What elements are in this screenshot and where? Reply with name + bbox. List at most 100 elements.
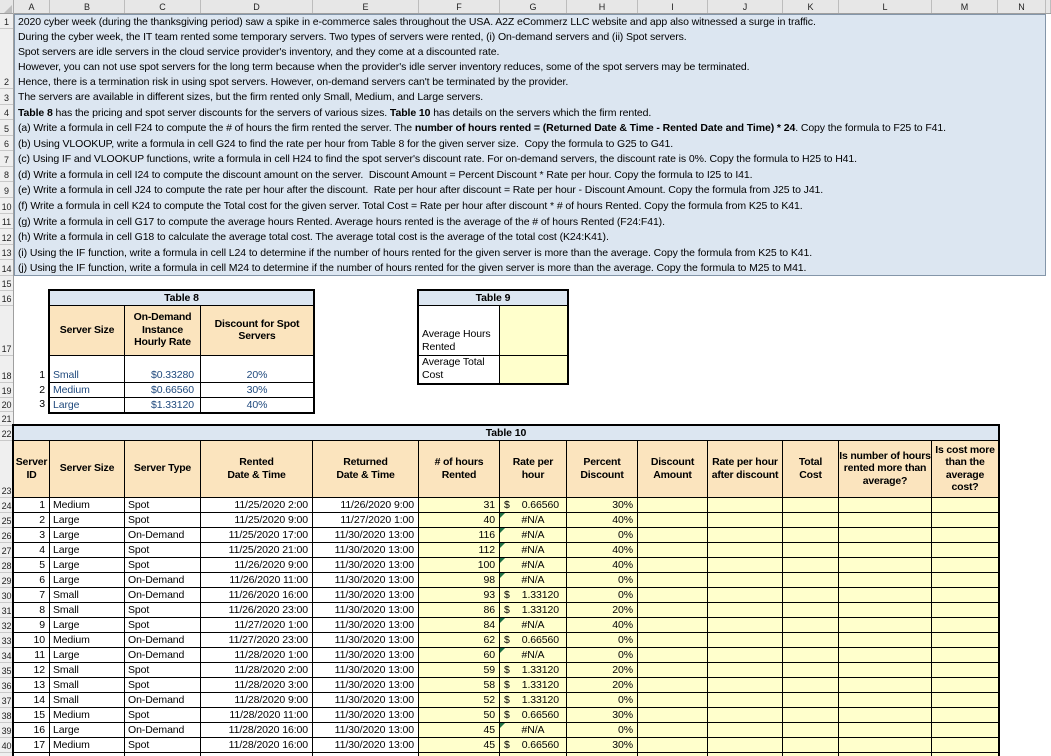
- table9-label-average-total-cost[interactable]: Average Total Cost: [419, 356, 500, 383]
- cell-rate-per-hour[interactable]: #N/A: [500, 648, 567, 663]
- cell-hours-more-than-avg[interactable]: [839, 738, 932, 753]
- cell-cost-more-than-avg[interactable]: [932, 663, 998, 678]
- cell-server-type[interactable]: On-Demand: [125, 648, 201, 663]
- table10-header-server-size[interactable]: Server Size: [50, 441, 125, 498]
- cell-hours-rented[interactable]: 58: [419, 678, 500, 693]
- cell-returned-datetime[interactable]: 11/30/2020 13:00: [313, 543, 419, 558]
- cell-rate-after-discount[interactable]: [708, 693, 783, 708]
- cell-cost-more-than-avg[interactable]: [932, 678, 998, 693]
- cell-server-size[interactable]: Small: [50, 588, 125, 603]
- cell-server-type[interactable]: Spot: [125, 498, 201, 513]
- row-header-10[interactable]: 10: [0, 198, 13, 214]
- cell-rate-after-discount[interactable]: [708, 663, 783, 678]
- cell-total-cost[interactable]: [783, 738, 839, 753]
- cell-rented-datetime[interactable]: 11/28/2020 16:00: [201, 738, 313, 753]
- row-header-7[interactable]: 7: [0, 151, 13, 167]
- cell-rate-after-discount[interactable]: [708, 543, 783, 558]
- cell-spot-discount[interactable]: 40%: [201, 398, 313, 412]
- cell-returned-datetime[interactable]: 11/30/2020 13:00: [313, 723, 419, 738]
- cell-rate-per-hour[interactable]: #N/A: [500, 618, 567, 633]
- cell-server-size[interactable]: Medium: [50, 383, 125, 398]
- cell-rate-after-discount[interactable]: [708, 738, 783, 753]
- cell-returned-datetime[interactable]: 11/30/2020 13:00: [313, 603, 419, 618]
- cell-cost-more-than-avg[interactable]: [932, 573, 998, 588]
- cell-discount-amount[interactable]: [638, 693, 708, 708]
- cell-returned-datetime[interactable]: 11/30/2020 13:00: [313, 663, 419, 678]
- cell-total-cost[interactable]: [783, 588, 839, 603]
- table10-header-rate-after-discount[interactable]: Rate per hour after discount: [708, 441, 783, 498]
- cell-returned-datetime[interactable]: 11/30/2020 13:00: [313, 528, 419, 543]
- cell-server-size[interactable]: Large: [50, 723, 125, 738]
- cell-server-id[interactable]: 5: [14, 558, 50, 573]
- cell-hours-more-than-avg[interactable]: [839, 678, 932, 693]
- cell-server-id[interactable]: 6: [14, 573, 50, 588]
- table10-header-discount-amount[interactable]: Discount Amount: [638, 441, 708, 498]
- cell-rate-per-hour[interactable]: $1.33120: [500, 678, 567, 693]
- column-header-N[interactable]: N: [998, 0, 1046, 13]
- cell-hours-more-than-avg[interactable]: [839, 528, 932, 543]
- table8-title[interactable]: Table 8: [50, 291, 313, 306]
- cell-rate-after-discount[interactable]: [708, 678, 783, 693]
- cell-hours-more-than-avg[interactable]: [839, 603, 932, 618]
- cell-server-id[interactable]: 12: [14, 663, 50, 678]
- cell-cost-more-than-avg[interactable]: [932, 498, 998, 513]
- table8-row-number[interactable]: 1: [14, 356, 47, 383]
- table9-value-average-hours-rented[interactable]: [500, 306, 567, 356]
- column-header-G[interactable]: G: [500, 0, 567, 13]
- cell-spot-discount[interactable]: 20%: [201, 356, 313, 383]
- cell-hours-rented[interactable]: 52: [419, 693, 500, 708]
- cell-rate-after-discount[interactable]: [708, 618, 783, 633]
- cell-returned-datetime[interactable]: 11/30/2020 13:00: [313, 558, 419, 573]
- cell-hourly-rate[interactable]: $0.33280: [125, 356, 201, 383]
- cell-server-size[interactable]: Large: [50, 558, 125, 573]
- cell-server-size[interactable]: Large: [50, 513, 125, 528]
- column-header-F[interactable]: F: [419, 0, 500, 13]
- cell-total-cost[interactable]: [783, 603, 839, 618]
- cell-percent-discount[interactable]: 30%: [567, 498, 638, 513]
- cell-server-size[interactable]: Small: [50, 356, 125, 383]
- row-header-19[interactable]: 19: [0, 383, 13, 398]
- cell-server-type[interactable]: Spot: [125, 738, 201, 753]
- cell-rate-after-discount[interactable]: [708, 648, 783, 663]
- table9-value-average-total-cost[interactable]: [500, 356, 567, 383]
- cell-server-size[interactable]: Large: [50, 528, 125, 543]
- cell-rented-datetime[interactable]: 11/25/2020 9:00: [201, 513, 313, 528]
- cell-rented-datetime[interactable]: 11/28/2020 3:00: [201, 678, 313, 693]
- cell-server-size[interactable]: Small: [50, 678, 125, 693]
- cell-percent-discount[interactable]: 30%: [567, 708, 638, 723]
- cell-percent-discount[interactable]: 30%: [567, 738, 638, 753]
- cell-rate-after-discount[interactable]: [708, 708, 783, 723]
- cell-server-type[interactable]: Spot: [125, 543, 201, 558]
- cell-hourly-rate[interactable]: $1.33120: [125, 398, 201, 412]
- cell-cost-more-than-avg[interactable]: [932, 738, 998, 753]
- cell-rate-after-discount[interactable]: [708, 723, 783, 738]
- cell-server-type[interactable]: On-Demand: [125, 693, 201, 708]
- cell-returned-datetime[interactable]: 11/30/2020 13:00: [313, 693, 419, 708]
- cell-server-size[interactable]: Medium: [50, 498, 125, 513]
- cell-total-cost[interactable]: [783, 633, 839, 648]
- cell-total-cost[interactable]: [783, 618, 839, 633]
- cell-server-id[interactable]: 2: [14, 513, 50, 528]
- cell-returned-datetime[interactable]: 11/30/2020 13:00: [313, 588, 419, 603]
- cell-discount-amount[interactable]: [638, 513, 708, 528]
- cell-server-size[interactable]: Large: [50, 573, 125, 588]
- cell-server-type[interactable]: On-Demand: [125, 573, 201, 588]
- cell-server-id[interactable]: 17: [14, 738, 50, 753]
- cell-server-type[interactable]: Spot: [125, 558, 201, 573]
- cell-rate-after-discount[interactable]: [708, 558, 783, 573]
- row-header-11[interactable]: 11: [0, 214, 13, 230]
- cell-cost-more-than-avg[interactable]: [932, 648, 998, 663]
- cell-hours-more-than-avg[interactable]: [839, 708, 932, 723]
- column-header-J[interactable]: J: [708, 0, 783, 13]
- cell-hours-more-than-avg[interactable]: [839, 513, 932, 528]
- cell-server-size[interactable]: Medium: [50, 633, 125, 648]
- cell-hours-more-than-avg[interactable]: [839, 663, 932, 678]
- cell-rented-datetime[interactable]: 11/28/2020 16:00: [201, 723, 313, 738]
- cell-discount-amount[interactable]: [638, 678, 708, 693]
- cell-percent-discount[interactable]: 0%: [567, 693, 638, 708]
- cell-server-id[interactable]: 4: [14, 543, 50, 558]
- row-header-12[interactable]: 12: [0, 229, 13, 245]
- cell-hours-more-than-avg[interactable]: [839, 558, 932, 573]
- cell-rate-after-discount[interactable]: [708, 573, 783, 588]
- cell-rate-per-hour[interactable]: $0.66560: [500, 708, 567, 723]
